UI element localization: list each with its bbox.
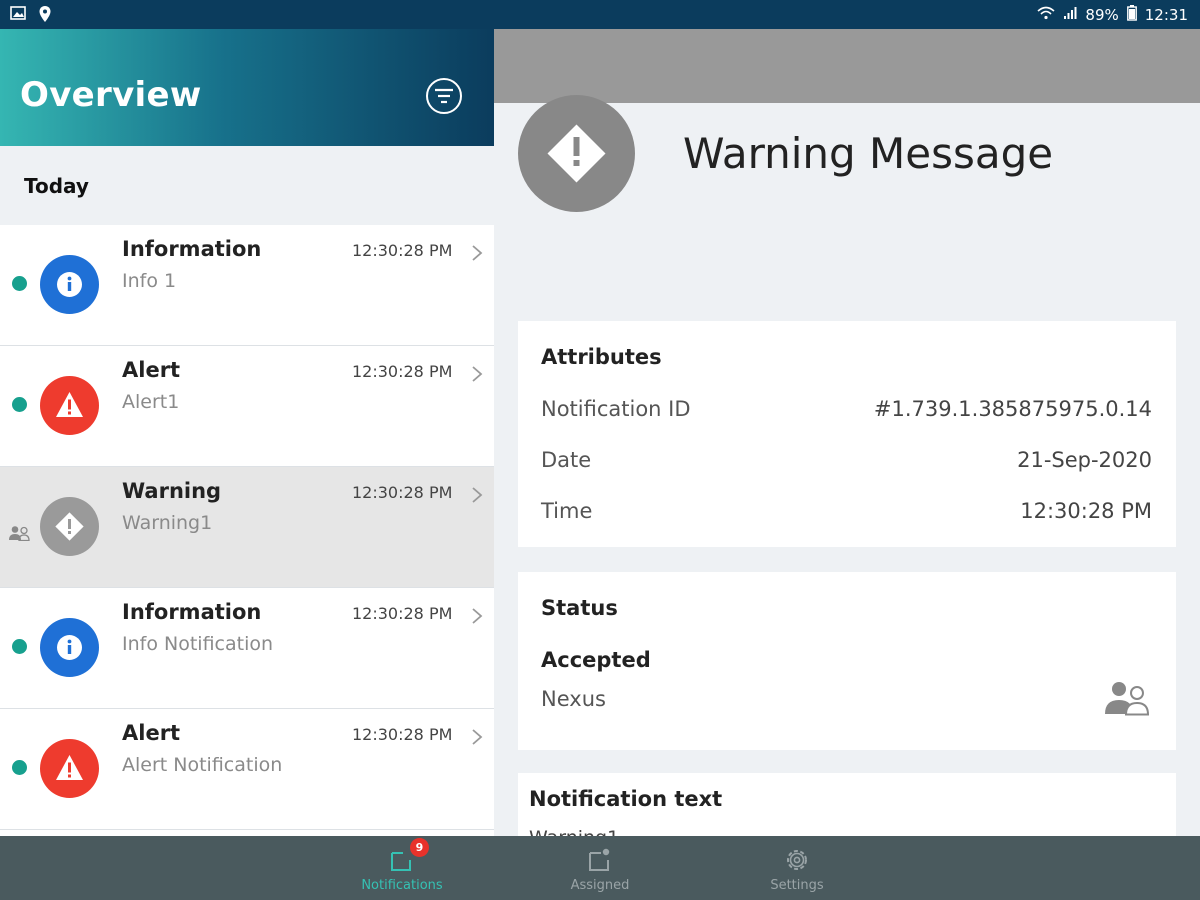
wifi-icon bbox=[1037, 6, 1055, 24]
item-subtitle: Info Notification bbox=[122, 633, 274, 655]
notification-text-heading: Notification text bbox=[529, 787, 723, 811]
item-title: Information bbox=[122, 237, 262, 261]
attr-value: #1.739.1.385875975.0.14 bbox=[873, 397, 1152, 421]
unread-dot bbox=[12, 276, 27, 291]
info-icon bbox=[40, 255, 99, 314]
nav-label: Assigned bbox=[570, 878, 630, 893]
list-item[interactable]: Information Info Notification 12:30:28 P… bbox=[0, 588, 494, 709]
detail-pane: Warning Message Attributes Notification … bbox=[494, 29, 1200, 836]
chevron-right-icon bbox=[472, 487, 483, 503]
filter-button[interactable] bbox=[426, 78, 462, 114]
section-label: Today bbox=[24, 174, 89, 198]
item-title: Warning bbox=[122, 479, 222, 503]
overview-header: Overview bbox=[0, 29, 494, 146]
battery-percent: 89% bbox=[1085, 6, 1119, 24]
overview-pane: Overview Today Information Info 1 12:30:… bbox=[0, 29, 494, 836]
attr-label: Time bbox=[541, 499, 593, 523]
item-subtitle: Alert1 bbox=[122, 391, 180, 413]
status-assignee: Nexus bbox=[541, 687, 606, 711]
nav-label: Settings bbox=[770, 878, 824, 893]
bottom-nav: 9 Notifications Assigned Settings bbox=[0, 836, 1200, 900]
assigned-users-icon[interactable] bbox=[1102, 680, 1152, 716]
attr-value: 12:30:28 PM bbox=[1020, 499, 1152, 523]
chevron-right-icon bbox=[472, 729, 483, 745]
item-subtitle: Alert Notification bbox=[122, 754, 283, 776]
notification-text-card: Notification text Warning1 bbox=[518, 773, 1176, 836]
notification-text-body: Warning1 bbox=[529, 827, 619, 836]
status-bar: 89% 12:31 bbox=[0, 0, 1200, 29]
section-header: Today bbox=[0, 146, 494, 225]
detail-title: Warning Message bbox=[683, 129, 1054, 178]
assigned-user-icon bbox=[9, 526, 30, 541]
detail-toolbar bbox=[494, 29, 1200, 103]
item-title: Alert bbox=[122, 358, 181, 382]
signal-icon bbox=[1063, 6, 1077, 24]
chevron-right-icon bbox=[472, 608, 483, 624]
gear-icon bbox=[787, 850, 807, 870]
chevron-right-icon bbox=[472, 366, 483, 382]
unread-dot bbox=[12, 760, 27, 775]
list-item[interactable]: Alert Alert1 12:30:28 PM bbox=[0, 346, 494, 467]
warning-icon bbox=[40, 497, 99, 556]
battery-icon bbox=[1126, 5, 1137, 25]
item-time: 12:30:28 PM bbox=[352, 483, 453, 502]
clock: 12:31 bbox=[1144, 6, 1188, 24]
item-time: 12:30:28 PM bbox=[352, 362, 453, 381]
location-icon bbox=[38, 5, 56, 23]
image-icon bbox=[10, 5, 28, 23]
list-item[interactable]: Information Info 1 12:30:28 PM bbox=[0, 225, 494, 346]
attributes-heading: Attributes bbox=[541, 345, 662, 369]
item-title: Information bbox=[122, 600, 262, 624]
item-title: Alert bbox=[122, 721, 181, 745]
alert-icon bbox=[40, 376, 99, 435]
list-item[interactable]: Alert Alert Notification 12:30:28 PM bbox=[0, 709, 494, 830]
assigned-icon bbox=[589, 848, 610, 871]
item-time: 12:30:28 PM bbox=[352, 604, 453, 623]
attr-label: Date bbox=[541, 448, 592, 472]
status-value: Accepted bbox=[541, 648, 651, 672]
unread-dot bbox=[12, 397, 27, 412]
item-subtitle: Info 1 bbox=[122, 270, 177, 292]
item-subtitle: Warning1 bbox=[122, 512, 213, 534]
item-time: 12:30:28 PM bbox=[352, 725, 453, 744]
chevron-right-icon bbox=[472, 245, 483, 261]
notification-badge: 9 bbox=[410, 838, 429, 857]
filter-icon bbox=[435, 88, 453, 104]
info-icon bbox=[40, 618, 99, 677]
status-card: Status Accepted Nexus bbox=[518, 572, 1176, 750]
nav-label: Notifications bbox=[361, 878, 443, 893]
unread-dot bbox=[12, 639, 27, 654]
page-title: Overview bbox=[20, 75, 202, 115]
warning-icon-large bbox=[518, 95, 635, 212]
item-time: 12:30:28 PM bbox=[352, 241, 453, 260]
status-heading: Status bbox=[541, 596, 618, 620]
alert-icon bbox=[40, 739, 99, 798]
attr-value: 21-Sep-2020 bbox=[1017, 448, 1152, 472]
list-item-selected[interactable]: Warning Warning1 12:30:28 PM bbox=[0, 467, 494, 588]
attributes-card: Attributes Notification ID #1.739.1.3858… bbox=[518, 321, 1176, 547]
attr-label: Notification ID bbox=[541, 397, 691, 421]
